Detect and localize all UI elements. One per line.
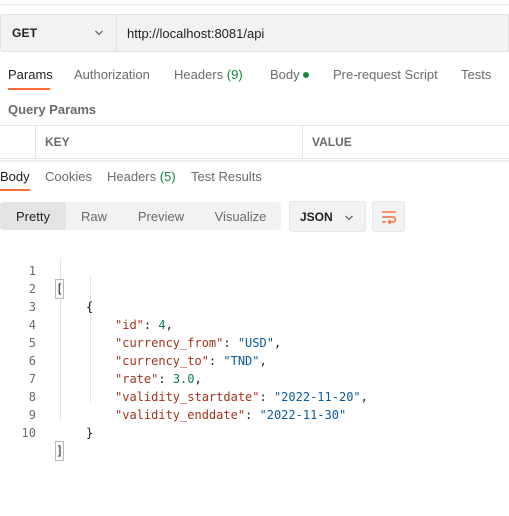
code-line: 6 "rate": 3.0, <box>0 334 509 386</box>
json-bracket: ] <box>54 441 65 461</box>
chevron-down-icon <box>345 215 353 221</box>
tab-headers[interactable]: Headers (9) <box>174 67 243 82</box>
response-tabs: Body Cookies Headers (5) Test Results <box>0 169 509 191</box>
top-divider <box>0 4 509 5</box>
active-response-tab-indicator <box>0 189 30 191</box>
response-body-viewer[interactable]: 1 [ 2 { 3 "id": 4, 4 "currency_from": "U… <box>0 244 509 461</box>
pane-divider[interactable] <box>0 160 509 162</box>
active-tab-indicator <box>8 88 50 90</box>
tab-tests[interactable]: Tests <box>461 67 491 82</box>
tab-pre-request-script[interactable]: Pre-request Script <box>333 67 438 82</box>
tab-params[interactable]: Params <box>8 67 53 82</box>
request-url-bar: GET http://localhost:8081/api <box>0 14 509 52</box>
wrap-lines-button[interactable] <box>372 201 405 232</box>
code-line: 8 "validity_enddate": "2022-11-30" <box>0 370 509 422</box>
view-visualize[interactable]: Visualize <box>200 202 281 230</box>
format-label: JSON <box>300 209 333 224</box>
tab-response-body[interactable]: Body <box>0 169 30 184</box>
checkbox-column <box>0 126 36 158</box>
view-raw[interactable]: Raw <box>66 202 122 230</box>
tab-authorization[interactable]: Authorization <box>74 67 150 82</box>
url-input[interactable]: http://localhost:8081/api <box>116 14 509 52</box>
key-column-header: KEY <box>36 126 303 158</box>
code-line: 7 "validity_startdate": "2022-11-20", <box>0 352 509 404</box>
code-line: 5 "currency_to": "TND", <box>0 316 509 368</box>
tab-headers-count: (9) <box>226 67 243 82</box>
code-line: 2 { <box>0 262 509 314</box>
request-tabs: Params Authorization Headers (9) Body Pr… <box>0 67 509 90</box>
view-pretty[interactable]: Pretty <box>0 202 66 230</box>
wrap-lines-icon <box>381 210 396 224</box>
code-line: 1 [ <box>0 244 509 299</box>
chevron-down-icon <box>95 30 103 36</box>
tab-response-headers-label: Headers <box>107 169 157 184</box>
view-mode-selector: Pretty Raw Preview Visualize <box>0 202 281 230</box>
view-preview[interactable]: Preview <box>122 202 200 230</box>
code-line: 4 "currency_from": "USD", <box>0 298 509 350</box>
tab-body[interactable]: Body <box>270 67 309 82</box>
tab-body-label: Body <box>270 67 300 82</box>
value-column-header: VALUE <box>312 135 352 149</box>
tab-response-headers-count: (5) <box>159 169 176 184</box>
code-line: 3 "id": 4, <box>0 280 509 332</box>
method-select[interactable]: GET <box>0 14 116 52</box>
tab-response-headers[interactable]: Headers (5) <box>107 169 176 184</box>
query-params-title: Query Params <box>8 102 97 117</box>
query-params-table: KEY VALUE <box>0 125 509 159</box>
json-brace: } <box>86 426 94 440</box>
tab-test-results[interactable]: Test Results <box>191 169 262 184</box>
dot-icon <box>302 71 309 78</box>
format-select[interactable]: JSON <box>289 201 366 232</box>
method-label: GET <box>12 26 38 40</box>
code-line: 9 } <box>0 388 509 440</box>
code-line: 10 ] <box>0 406 509 461</box>
line-number: 10 <box>21 426 36 440</box>
tab-cookies[interactable]: Cookies <box>45 169 92 184</box>
tab-headers-label: Headers <box>174 67 224 82</box>
